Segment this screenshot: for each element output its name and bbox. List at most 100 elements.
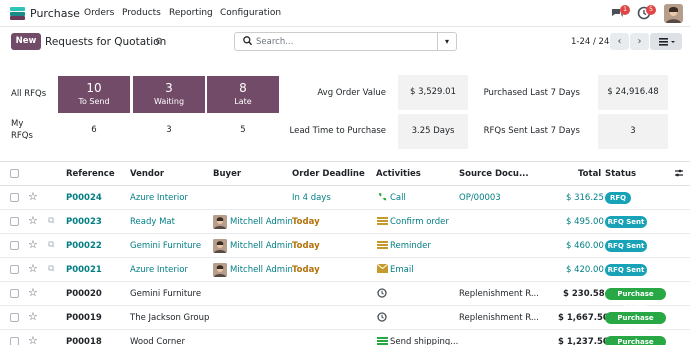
table-header: Reference Vendor Buyer Order Deadline Ac… xyxy=(0,162,690,186)
cell-vendor: Azure Interior xyxy=(130,193,188,203)
cell-source: Replenishment R... xyxy=(459,313,539,323)
top-navbar: Purchase Orders Products Reporting Confi… xyxy=(0,0,690,27)
status-badge: RFQ Sent xyxy=(605,240,647,252)
status-badge: RFQ Sent xyxy=(605,264,647,276)
cell-deadline: Today xyxy=(292,217,320,227)
cell-deadline: Today xyxy=(292,265,320,275)
cell-vendor: The Jackson Group xyxy=(130,313,210,323)
activity-badge: 5 xyxy=(646,5,656,15)
purchase-app-icon[interactable] xyxy=(10,7,25,20)
cell-total: $ 495.00 xyxy=(566,217,604,227)
cell-activity[interactable]: Email xyxy=(390,265,414,275)
col-source-document[interactable]: Source Docu... xyxy=(459,169,529,179)
app-name[interactable]: Purchase xyxy=(30,7,80,20)
todo-list-icon[interactable] xyxy=(377,240,388,253)
todo-list-icon[interactable] xyxy=(377,336,388,345)
col-buyer[interactable]: Buyer xyxy=(213,169,241,179)
col-order-deadline[interactable]: Order Deadline xyxy=(292,169,365,179)
cell-activity[interactable]: Call xyxy=(390,193,406,203)
cell-deadline: Today xyxy=(292,241,320,251)
star-icon[interactable]: ☆ xyxy=(28,310,38,323)
envelope-icon[interactable] xyxy=(376,263,389,276)
gear-icon[interactable]: ⚙ xyxy=(155,37,163,47)
pager-previous-button[interactable]: ‹ xyxy=(610,33,629,50)
status-badge: Purchase Order xyxy=(605,336,666,345)
cell-reference: P00024 xyxy=(66,193,102,203)
row-checkbox[interactable] xyxy=(10,241,19,250)
table-row[interactable]: ☆ ⧉ P00022 Gemini Furniture Mitchell Adm… xyxy=(0,234,690,258)
cell-reference: P00021 xyxy=(66,265,102,275)
search-options-toggle[interactable]: ▾ xyxy=(437,33,456,50)
cell-vendor: Gemini Furniture xyxy=(130,241,202,251)
table-row[interactable]: ☆ P00019 The Jackson Group Replenishment… xyxy=(0,306,690,334)
cell-reference: P00020 xyxy=(66,289,102,299)
tile-waiting[interactable]: 3 Waiting xyxy=(133,76,205,113)
clock-icon[interactable] xyxy=(377,288,387,301)
select-all-checkbox[interactable] xyxy=(10,169,19,178)
my-late-count[interactable]: 5 xyxy=(207,125,279,135)
table-row[interactable]: ☆ ⧉ P00021 Azure Interior Mitchell Admin… xyxy=(0,258,690,282)
user-avatar[interactable] xyxy=(664,4,683,23)
cell-deadline: In 4 days xyxy=(292,193,331,203)
table-row[interactable]: ☆ ⧉ P00023 Ready Mat Mitchell Admin Toda… xyxy=(0,210,690,234)
lead-time-label: Lead Time to Purchase xyxy=(289,126,386,136)
cell-total: $ 1,237.50 xyxy=(558,337,609,345)
row-checkbox[interactable] xyxy=(10,217,19,226)
cell-activity[interactable]: Send shipping... xyxy=(390,337,458,345)
row-checkbox[interactable] xyxy=(10,313,19,322)
avg-order-value-label: Avg Order Value xyxy=(317,88,386,98)
search-bar[interactable]: Search... ▾ xyxy=(234,32,457,51)
new-button[interactable]: New xyxy=(11,33,41,50)
status-badge: RFQ xyxy=(605,192,631,204)
menu-reporting[interactable]: Reporting xyxy=(169,8,213,18)
attachment-icon: ⧉ xyxy=(48,264,55,274)
star-icon[interactable]: ☆ xyxy=(28,214,38,227)
table-row[interactable]: ☆ P00024 Azure Interior In 4 days Call O… xyxy=(0,186,690,210)
clock-icon[interactable] xyxy=(377,312,387,325)
page-title: Requests for Quotation xyxy=(45,36,167,48)
all-rfqs-label: All RFQs xyxy=(11,89,47,99)
tile-count: 8 xyxy=(239,81,247,95)
status-badge: Purchase Order xyxy=(605,288,666,310)
row-checkbox[interactable] xyxy=(10,289,19,298)
col-status[interactable]: Status xyxy=(605,169,636,179)
pager-value[interactable]: 1-24 / 24 xyxy=(571,37,609,47)
table-row[interactable]: ☆ P00020 Gemini Furniture Replenishment … xyxy=(0,282,690,310)
buyer-avatar xyxy=(213,215,227,229)
tile-to-send[interactable]: 10 To Send xyxy=(58,76,130,113)
view-switcher-button[interactable] xyxy=(650,33,682,50)
star-icon[interactable]: ☆ xyxy=(28,190,38,203)
star-icon[interactable]: ☆ xyxy=(28,334,38,345)
menu-products[interactable]: Products xyxy=(122,8,161,18)
row-checkbox[interactable] xyxy=(10,265,19,274)
col-activities[interactable]: Activities xyxy=(376,169,421,179)
todo-list-icon[interactable] xyxy=(377,216,388,229)
table-row[interactable]: ☆ P00018 Wood Corner Send shipping... $ … xyxy=(0,330,690,345)
menu-configuration[interactable]: Configuration xyxy=(220,8,281,18)
my-waiting-count[interactable]: 3 xyxy=(133,125,205,135)
star-icon[interactable]: ☆ xyxy=(28,238,38,251)
row-checkbox[interactable] xyxy=(10,193,19,202)
phone-icon[interactable] xyxy=(377,192,387,205)
row-checkbox[interactable] xyxy=(10,337,19,345)
cell-activity[interactable]: Confirm order xyxy=(390,217,449,227)
cell-source: OP/00003 xyxy=(459,193,501,203)
cell-buyer: Mitchell Admin xyxy=(230,265,293,275)
pager-next-button[interactable]: › xyxy=(630,33,649,50)
star-icon[interactable]: ☆ xyxy=(28,262,38,275)
menu-orders[interactable]: Orders xyxy=(84,8,114,18)
star-icon[interactable]: ☆ xyxy=(28,286,38,299)
col-vendor[interactable]: Vendor xyxy=(130,169,164,179)
optional-columns-icon[interactable] xyxy=(674,168,684,181)
my-to-send-count[interactable]: 6 xyxy=(58,125,130,135)
col-reference[interactable]: Reference xyxy=(66,169,115,179)
cell-vendor: Wood Corner xyxy=(130,337,185,345)
buyer-avatar xyxy=(213,263,227,277)
cell-activity[interactable]: Reminder xyxy=(390,241,431,251)
cell-total: $ 230.58 xyxy=(563,289,605,299)
cell-vendor: Azure Interior xyxy=(130,265,188,275)
col-total[interactable]: Total xyxy=(578,169,601,179)
search-input[interactable]: Search... xyxy=(256,37,293,47)
my-rfqs-label-2: RFQs xyxy=(11,131,33,141)
tile-late[interactable]: 8 Late xyxy=(207,76,279,113)
